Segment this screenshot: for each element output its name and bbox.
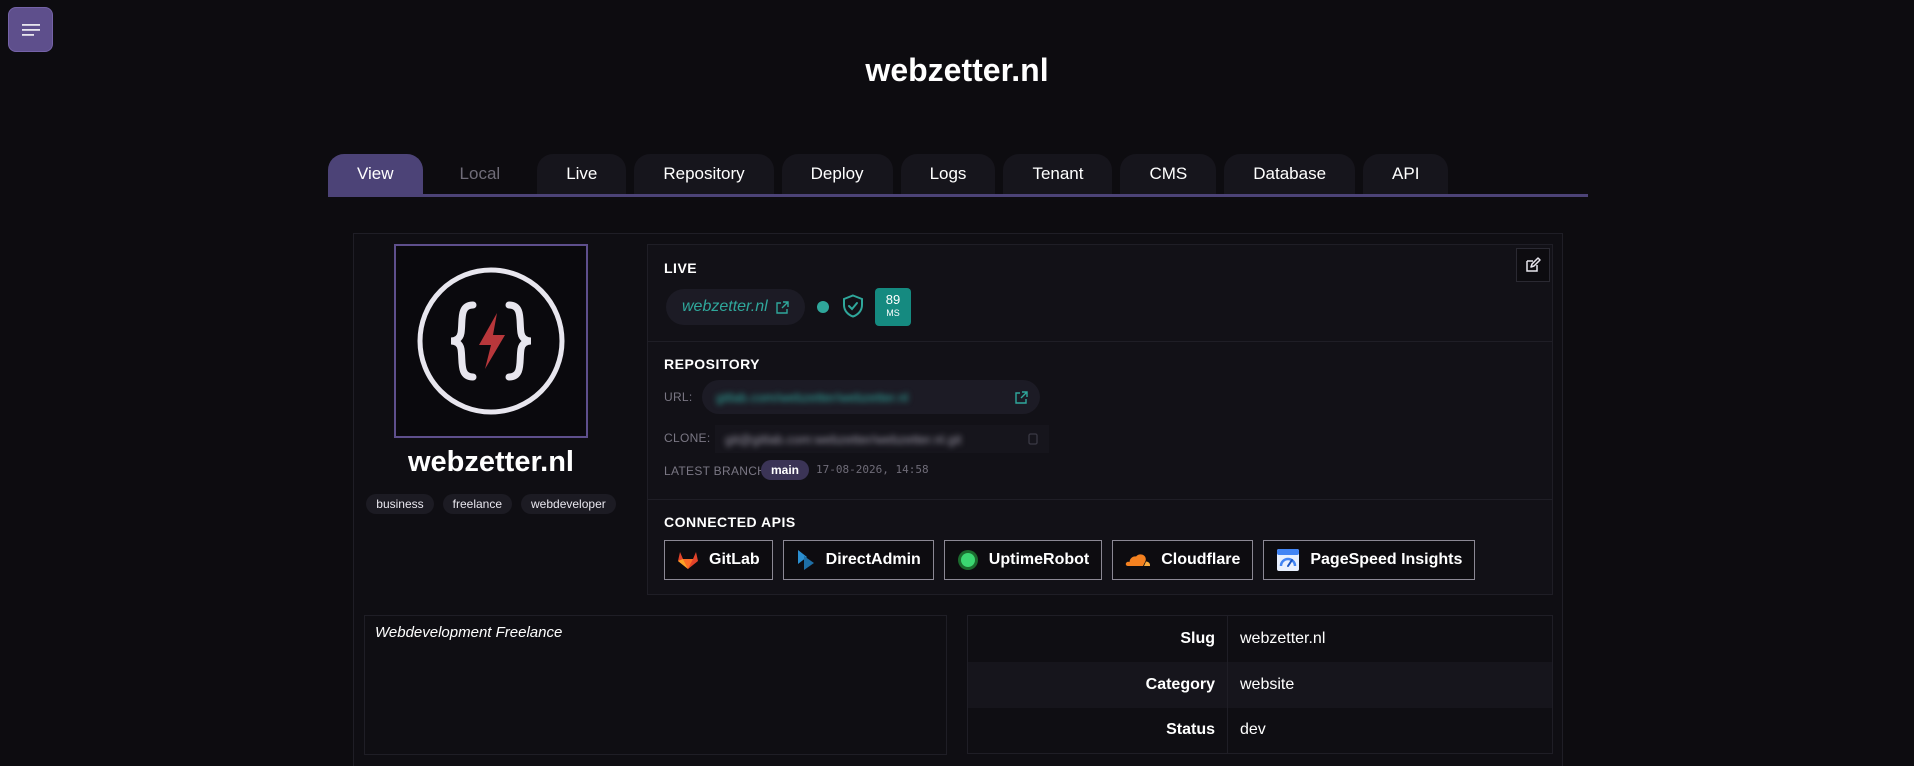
tab-tenant[interactable]: Tenant — [1003, 154, 1113, 194]
external-link-icon — [1015, 390, 1028, 404]
external-link-icon — [775, 300, 789, 314]
directadmin-icon — [797, 550, 814, 570]
table-row: Category website — [967, 661, 1553, 708]
api-label: UptimeRobot — [988, 551, 1090, 568]
api-directadmin-button[interactable]: DirectAdmin — [782, 540, 934, 580]
tag[interactable]: webdeveloper — [521, 494, 616, 514]
api-label: GitLab — [709, 551, 760, 568]
api-label: PageSpeed Insights — [1310, 551, 1463, 568]
menu-button[interactable] — [8, 7, 53, 52]
hamburger-icon — [21, 23, 40, 36]
api-label: DirectAdmin — [825, 551, 921, 568]
api-gitlab-button[interactable]: GitLab — [664, 540, 773, 580]
gitlab-icon — [678, 552, 698, 569]
clone-url-field[interactable]: git@gitlab.com:webzetter/webzetter.nl.gi… — [715, 425, 1049, 453]
api-uptimerobot-button[interactable]: UptimeRobot — [943, 540, 1103, 580]
page-title: webzetter.nl — [865, 52, 1049, 88]
api-list: GitLab DirectAdmin UptimeRobot Cloudflar… — [664, 540, 1476, 580]
tab-deploy[interactable]: Deploy — [781, 154, 893, 194]
api-label: Cloudflare — [1161, 551, 1241, 568]
meta-value: webzetter.nl — [1240, 629, 1326, 647]
live-section: LIVE webzetter.nl 89 MS — [648, 245, 1552, 341]
edit-icon — [1526, 257, 1541, 272]
response-time-value: 89 — [885, 292, 901, 307]
cloudflare-icon — [1126, 554, 1151, 566]
meta-key: Category — [967, 661, 1228, 708]
repository-heading: REPOSITORY — [664, 356, 761, 372]
info-panel: LIVE webzetter.nl 89 MS REPOSITORY URL: — [647, 244, 1553, 595]
response-time-badge: 89 MS — [875, 288, 911, 326]
repository-url-text: gitlab.com/webzetter/webzetter.nl — [716, 389, 909, 405]
meta-key: Status — [967, 707, 1228, 754]
meta-value: website — [1240, 675, 1295, 693]
repository-section: REPOSITORY URL: gitlab.com/webzetter/web… — [648, 341, 1552, 499]
clone-url-text: git@gitlab.com:webzetter/webzetter.nl.gi… — [725, 431, 962, 447]
api-pagespeed-button[interactable]: PageSpeed Insights — [1263, 540, 1476, 580]
connected-apis-heading: CONNECTED APIS — [664, 514, 796, 530]
tab-logs[interactable]: Logs — [900, 154, 996, 194]
tab-database[interactable]: Database — [1224, 154, 1356, 194]
description-box: Webdevelopment Freelance — [364, 615, 947, 755]
description-text: Webdevelopment Freelance — [375, 624, 563, 641]
response-time-unit: MS — [886, 308, 900, 318]
repository-url-link[interactable]: gitlab.com/webzetter/webzetter.nl — [702, 380, 1040, 414]
project-name: webzetter.nl — [408, 446, 574, 478]
table-row: Slug webzetter.nl — [967, 615, 1553, 662]
latest-branch-label: LATEST BRANCH: — [664, 464, 770, 478]
clone-label: CLONE: — [664, 431, 711, 445]
connected-apis-section: CONNECTED APIS GitLab DirectAdmin Uptime… — [648, 499, 1552, 596]
branch-date: 17-08-2026, 14:58 — [816, 463, 929, 476]
meta-key: Slug — [967, 615, 1228, 662]
live-url-text: webzetter.nl — [682, 298, 768, 315]
tab-local: Local — [459, 164, 501, 183]
tag-list: business freelance webdeveloper — [360, 494, 622, 514]
project-logo — [394, 244, 588, 438]
pagespeed-icon — [1277, 549, 1300, 571]
tab-bar: View Local Live Repository Deploy Logs T… — [328, 154, 1588, 197]
tab-repository[interactable]: Repository — [634, 154, 774, 194]
api-cloudflare-button[interactable]: Cloudflare — [1112, 540, 1254, 580]
url-label: URL: — [664, 390, 693, 404]
status-online-indicator — [817, 301, 829, 313]
uptimerobot-icon — [957, 550, 978, 570]
meta-table: Slug webzetter.nl Category website Statu… — [967, 615, 1553, 754]
table-row: Status dev — [967, 707, 1553, 754]
tag[interactable]: freelance — [442, 494, 513, 514]
tag[interactable]: business — [366, 494, 434, 514]
live-url-link[interactable]: webzetter.nl — [666, 289, 805, 325]
live-heading: LIVE — [664, 260, 698, 276]
ssl-shield-icon — [843, 294, 863, 318]
tab-api[interactable]: API — [1363, 154, 1449, 194]
branch-badge: main — [761, 460, 810, 480]
tab-live[interactable]: Live — [537, 154, 627, 194]
tab-cms[interactable]: CMS — [1120, 154, 1217, 194]
copy-icon[interactable] — [1027, 433, 1039, 445]
curly-braces-lightning-logo — [417, 267, 565, 415]
tab-view[interactable]: View — [328, 154, 423, 194]
edit-button[interactable] — [1516, 248, 1550, 282]
meta-value: dev — [1240, 721, 1266, 739]
